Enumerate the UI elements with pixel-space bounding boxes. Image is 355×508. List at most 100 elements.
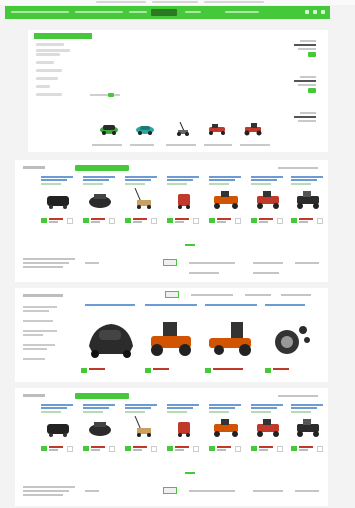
lawn-mower-robot-icon[interactable] — [98, 122, 120, 136]
front-rider-image[interactable] — [205, 316, 257, 360]
sidebar-text — [300, 40, 316, 42]
product-image[interactable] — [293, 188, 323, 210]
price-badge — [81, 368, 87, 373]
search-icon[interactable] — [305, 10, 309, 14]
featured-category[interactable] — [23, 320, 53, 322]
sidebar-button[interactable] — [308, 52, 316, 57]
product-image[interactable] — [211, 188, 241, 210]
push-mower-icon[interactable] — [170, 122, 192, 136]
product-link[interactable] — [205, 304, 257, 306]
product-image[interactable] — [253, 188, 283, 210]
tractor-mower-icon[interactable] — [242, 122, 264, 136]
brand-logo[interactable] — [151, 9, 177, 16]
category-caption[interactable] — [166, 144, 196, 146]
info-text — [23, 258, 75, 260]
category-caption[interactable] — [130, 144, 154, 146]
sidebar-text — [300, 112, 316, 114]
info-text — [295, 262, 319, 264]
header-nav-item[interactable] — [75, 11, 123, 13]
header-nav-item[interactable] — [129, 11, 147, 13]
header-nav-item[interactable] — [11, 11, 69, 13]
filter-tabs[interactable] — [75, 393, 129, 399]
category-caption[interactable] — [204, 144, 232, 146]
product-image[interactable] — [253, 416, 283, 438]
category-link[interactable] — [36, 61, 54, 64]
category-link[interactable] — [36, 49, 70, 52]
info-text — [23, 486, 75, 488]
view-all-link[interactable] — [278, 395, 318, 397]
featured-category[interactable] — [23, 334, 43, 336]
product-image[interactable] — [127, 416, 157, 438]
category-link[interactable] — [36, 69, 62, 72]
section-heading — [23, 394, 45, 397]
product-image[interactable] — [169, 188, 199, 210]
category-link[interactable] — [36, 93, 62, 96]
section-heading — [23, 294, 63, 297]
header-nav-item[interactable] — [185, 11, 201, 13]
category-caption[interactable] — [240, 144, 270, 146]
utility-link[interactable] — [96, 1, 146, 3]
lawn-tractor-image[interactable] — [145, 316, 197, 360]
view-all-link[interactable] — [278, 167, 318, 169]
featured-category[interactable] — [23, 306, 57, 308]
more-button[interactable] — [163, 259, 177, 266]
product-link[interactable] — [265, 304, 305, 306]
featured-category[interactable] — [23, 344, 55, 346]
product-price — [213, 368, 243, 370]
info-text — [253, 490, 283, 492]
product-image[interactable] — [127, 188, 157, 210]
more-button[interactable] — [163, 487, 177, 494]
sidebar-text — [300, 76, 316, 78]
more-button[interactable] — [165, 291, 179, 298]
user-icon[interactable] — [313, 10, 317, 14]
featured-category[interactable] — [23, 348, 47, 350]
rider-mower-icon[interactable] — [206, 122, 228, 136]
section-heading — [23, 166, 45, 169]
product-link[interactable] — [85, 304, 135, 306]
info-text — [245, 294, 271, 296]
filter-tabs[interactable] — [75, 165, 129, 171]
product-image[interactable] — [85, 416, 115, 438]
info-text — [191, 294, 233, 296]
info-text — [189, 262, 235, 264]
sidebar-text — [298, 120, 316, 122]
hero-panel — [28, 30, 328, 152]
carousel-dots[interactable] — [185, 472, 195, 474]
product-image[interactable] — [169, 416, 199, 438]
category-caption[interactable] — [92, 144, 122, 146]
product-image[interactable] — [85, 188, 115, 210]
product-image[interactable] — [43, 188, 73, 210]
info-text — [23, 262, 69, 264]
top-utility-bar — [0, 0, 355, 5]
header-nav-item[interactable] — [225, 11, 259, 13]
product-image[interactable] — [293, 416, 323, 438]
featured-products — [15, 288, 328, 382]
carousel-dots[interactable] — [185, 244, 195, 246]
product-image[interactable] — [211, 416, 241, 438]
utility-link[interactable] — [204, 1, 264, 3]
featured-category[interactable] — [23, 310, 49, 312]
price-badge — [205, 368, 211, 373]
sidebar-price — [294, 116, 316, 118]
product-carousel-2 — [15, 388, 328, 506]
robot-mower-image[interactable] — [85, 316, 137, 360]
utility-link[interactable] — [152, 1, 198, 3]
reel-mower-image[interactable] — [267, 318, 313, 358]
info-text — [295, 490, 319, 492]
category-link[interactable] — [36, 43, 64, 46]
sidebar-button[interactable] — [308, 88, 316, 93]
cart-icon[interactable] — [321, 10, 325, 14]
hero-slider-dots[interactable] — [90, 93, 120, 97]
product-link[interactable] — [145, 304, 197, 306]
info-text — [85, 490, 99, 492]
featured-category[interactable] — [23, 330, 57, 332]
catalog-tabs[interactable] — [34, 33, 92, 39]
product-carousel-1 — [15, 160, 328, 282]
category-link[interactable] — [36, 77, 58, 80]
featured-category[interactable] — [23, 358, 45, 360]
category-link[interactable] — [36, 85, 50, 88]
category-link[interactable] — [36, 53, 60, 56]
product-image[interactable] — [43, 416, 73, 438]
lawn-mower-teal-icon[interactable] — [134, 122, 156, 136]
price-badge — [265, 368, 271, 373]
